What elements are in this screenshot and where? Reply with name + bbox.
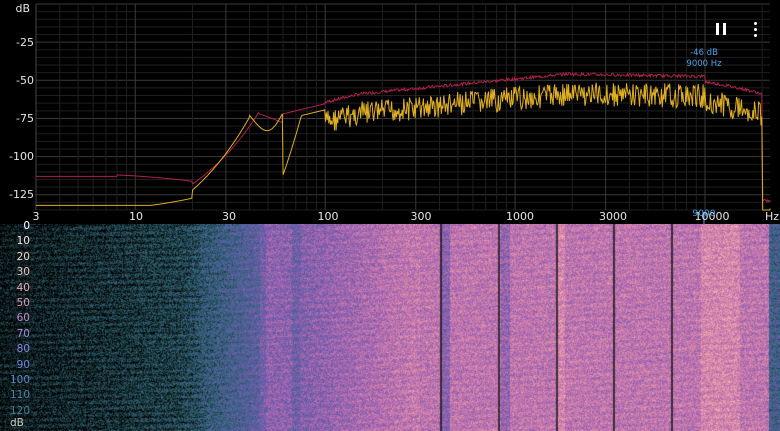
spectrum-plot[interactable]: dB -25 -50 -75 -100 -125 3 10 30 100 300… — [0, 0, 780, 224]
x-tick-label: 10 — [129, 210, 143, 223]
spectrogram-scale-label: 100 — [9, 374, 30, 386]
spectrogram-scale-label: 50 — [16, 297, 30, 309]
peak-db-label: -46 dB — [690, 48, 718, 58]
spectrogram-scale-label: 80 — [16, 343, 30, 356]
spectrogram-scale-label: 40 — [16, 281, 30, 294]
y-tick-label: -75 — [16, 112, 34, 125]
peak-hold-curve — [36, 71, 771, 204]
peak-frequency-label: 9000 Hz — [686, 59, 722, 69]
spectrogram-scale-label: 110 — [9, 389, 30, 402]
x-tick-label: 100 — [317, 210, 339, 223]
y-tick-label: -100 — [9, 150, 34, 163]
x-tick-label: 300 — [410, 210, 432, 223]
spectrogram-scale-label: 70 — [16, 327, 30, 340]
spectrogram-scale-label: 30 — [16, 266, 30, 279]
spectrogram-scale-label: 60 — [16, 312, 30, 325]
spectrum-analyzer-app: dB -25 -50 -75 -100 -125 3 10 30 100 300… — [0, 0, 780, 431]
y-tick-label: -25 — [16, 36, 34, 49]
spectrogram-scale-label: 90 — [16, 358, 30, 371]
x-tick-label: 30 — [222, 210, 236, 223]
x-tick-label: 3 — [32, 210, 40, 223]
spectrum-graph — [35, 3, 771, 224]
spectrogram-scale-label: 20 — [16, 250, 30, 263]
y-tick-label: -50 — [16, 74, 34, 87]
y-tick-label: -125 — [9, 188, 34, 201]
spectrogram[interactable]: 0 10 20 30 40 50 60 70 80 90 100 110 120 dB — [0, 220, 780, 431]
x-tick-label: 1000 — [506, 210, 534, 223]
spectrogram-scale-label: 0 — [23, 220, 30, 232]
more-vert-icon[interactable] — [746, 20, 766, 40]
x-axis-unit: Hz — [764, 210, 780, 223]
x-tick-label: 3000 — [599, 210, 627, 223]
spectrogram-waterfall — [0, 224, 780, 431]
cursor-frequency-label: 9000 — [692, 209, 716, 219]
pause-icon[interactable] — [712, 20, 732, 40]
y-axis-unit: dB — [15, 2, 30, 15]
spectrogram-scale-unit: dB — [10, 417, 24, 429]
spectrogram-scale-label: 120 — [9, 404, 30, 417]
spectrogram-scale-label: 10 — [16, 235, 30, 248]
current-spectrum-curve — [36, 82, 771, 211]
